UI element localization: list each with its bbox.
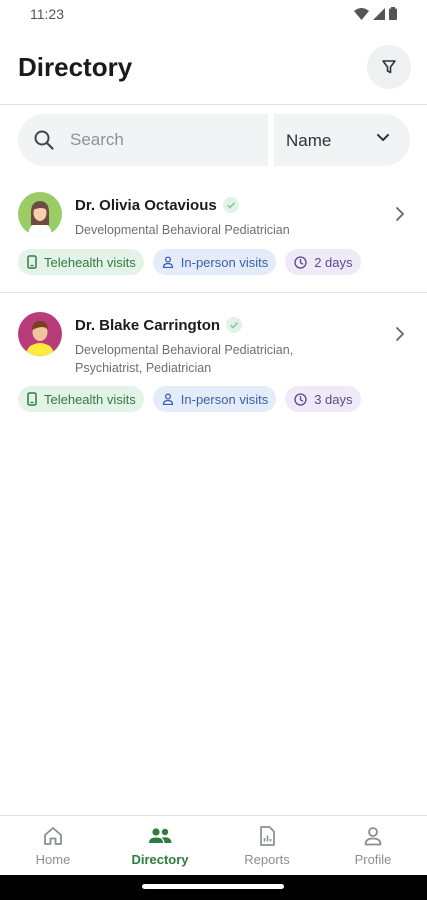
people-icon [149, 828, 172, 843]
chevron-down-icon [377, 134, 389, 141]
clock-icon [294, 255, 307, 269]
nav-label: Directory [131, 852, 189, 867]
filter-icon [382, 60, 396, 74]
telehealth-chip-label: Telehealth visits [44, 254, 136, 270]
availability-chip: 2 days [285, 249, 361, 275]
avatar [18, 192, 62, 236]
telehealth-chip: Telehealth visits [18, 249, 144, 275]
search-icon [34, 130, 54, 150]
sort-dropdown[interactable]: Name [274, 114, 410, 166]
telehealth-chip-label: Telehealth visits [44, 391, 136, 407]
status-time: 11:23 [30, 6, 64, 22]
telehealth-chip: Telehealth visits [18, 386, 144, 412]
system-gesture-bar [0, 875, 427, 900]
status-bar: 11:23 [0, 0, 427, 30]
phone-icon [27, 392, 37, 406]
signal-icon [373, 7, 385, 20]
clock-icon [294, 392, 307, 406]
in-person-chip: In-person visits [152, 249, 277, 275]
nav-item-directory[interactable]: Directory [120, 824, 200, 867]
in-person-chip-label: In-person visits [180, 391, 269, 407]
doctor-name-row: Dr. Blake Carrington [75, 317, 243, 334]
nav-item-reports[interactable]: Reports [227, 824, 307, 867]
doctor-name: Dr. Blake Carrington [75, 317, 221, 334]
person-icon [162, 256, 173, 268]
app-header: Directory [0, 30, 427, 105]
doctor-name-row: Dr. Olivia Octavious [75, 197, 239, 214]
person-icon [364, 827, 382, 846]
chevron-right-icon[interactable] [395, 326, 405, 342]
home-icon [44, 827, 62, 845]
doctor-specialty: Developmental Behavioral Pediatrician [75, 223, 290, 237]
verified-badge-icon [226, 317, 243, 334]
nav-label: Reports [244, 852, 290, 867]
search-row: Search Name [18, 114, 410, 166]
visit-chips: Telehealth visits In-person visits 3 day… [18, 386, 361, 412]
verified-badge-icon [222, 197, 239, 214]
person-icon [162, 393, 173, 405]
search-placeholder: Search [70, 130, 124, 149]
doctor-card[interactable]: Dr. Blake Carrington Developmental Behav… [0, 300, 427, 425]
bottom-nav: Home Directory Reports Profile [0, 815, 427, 875]
in-person-chip: In-person visits [152, 386, 277, 412]
nav-label: Profile [354, 852, 392, 867]
filter-button[interactable] [367, 45, 411, 89]
nav-item-home[interactable]: Home [13, 824, 93, 867]
availability-chip: 3 days [285, 386, 361, 412]
wifi-icon [354, 7, 369, 20]
report-icon [260, 826, 275, 846]
availability-chip-label: 2 days [314, 254, 353, 270]
chevron-right-icon[interactable] [395, 206, 405, 222]
doctor-name: Dr. Olivia Octavious [75, 197, 217, 214]
home-gesture-handle[interactable] [142, 884, 284, 889]
nav-label: Home [35, 852, 71, 867]
battery-icon [389, 7, 397, 20]
search-input[interactable]: Search [18, 114, 268, 166]
page-title: Directory [18, 52, 133, 82]
nav-item-profile[interactable]: Profile [333, 824, 413, 867]
availability-chip-label: 3 days [314, 391, 353, 407]
status-icons [354, 7, 397, 20]
doctor-card[interactable]: Dr. Olivia Octavious Developmental Behav… [0, 180, 427, 293]
avatar [18, 312, 62, 356]
phone-icon [27, 255, 37, 269]
doctor-specialty: Developmental Behavioral Pediatrician, P… [75, 343, 294, 375]
in-person-chip-label: In-person visits [180, 254, 269, 270]
visit-chips: Telehealth visits In-person visits 2 day… [18, 249, 361, 275]
sort-selected-value: Name [286, 131, 332, 150]
